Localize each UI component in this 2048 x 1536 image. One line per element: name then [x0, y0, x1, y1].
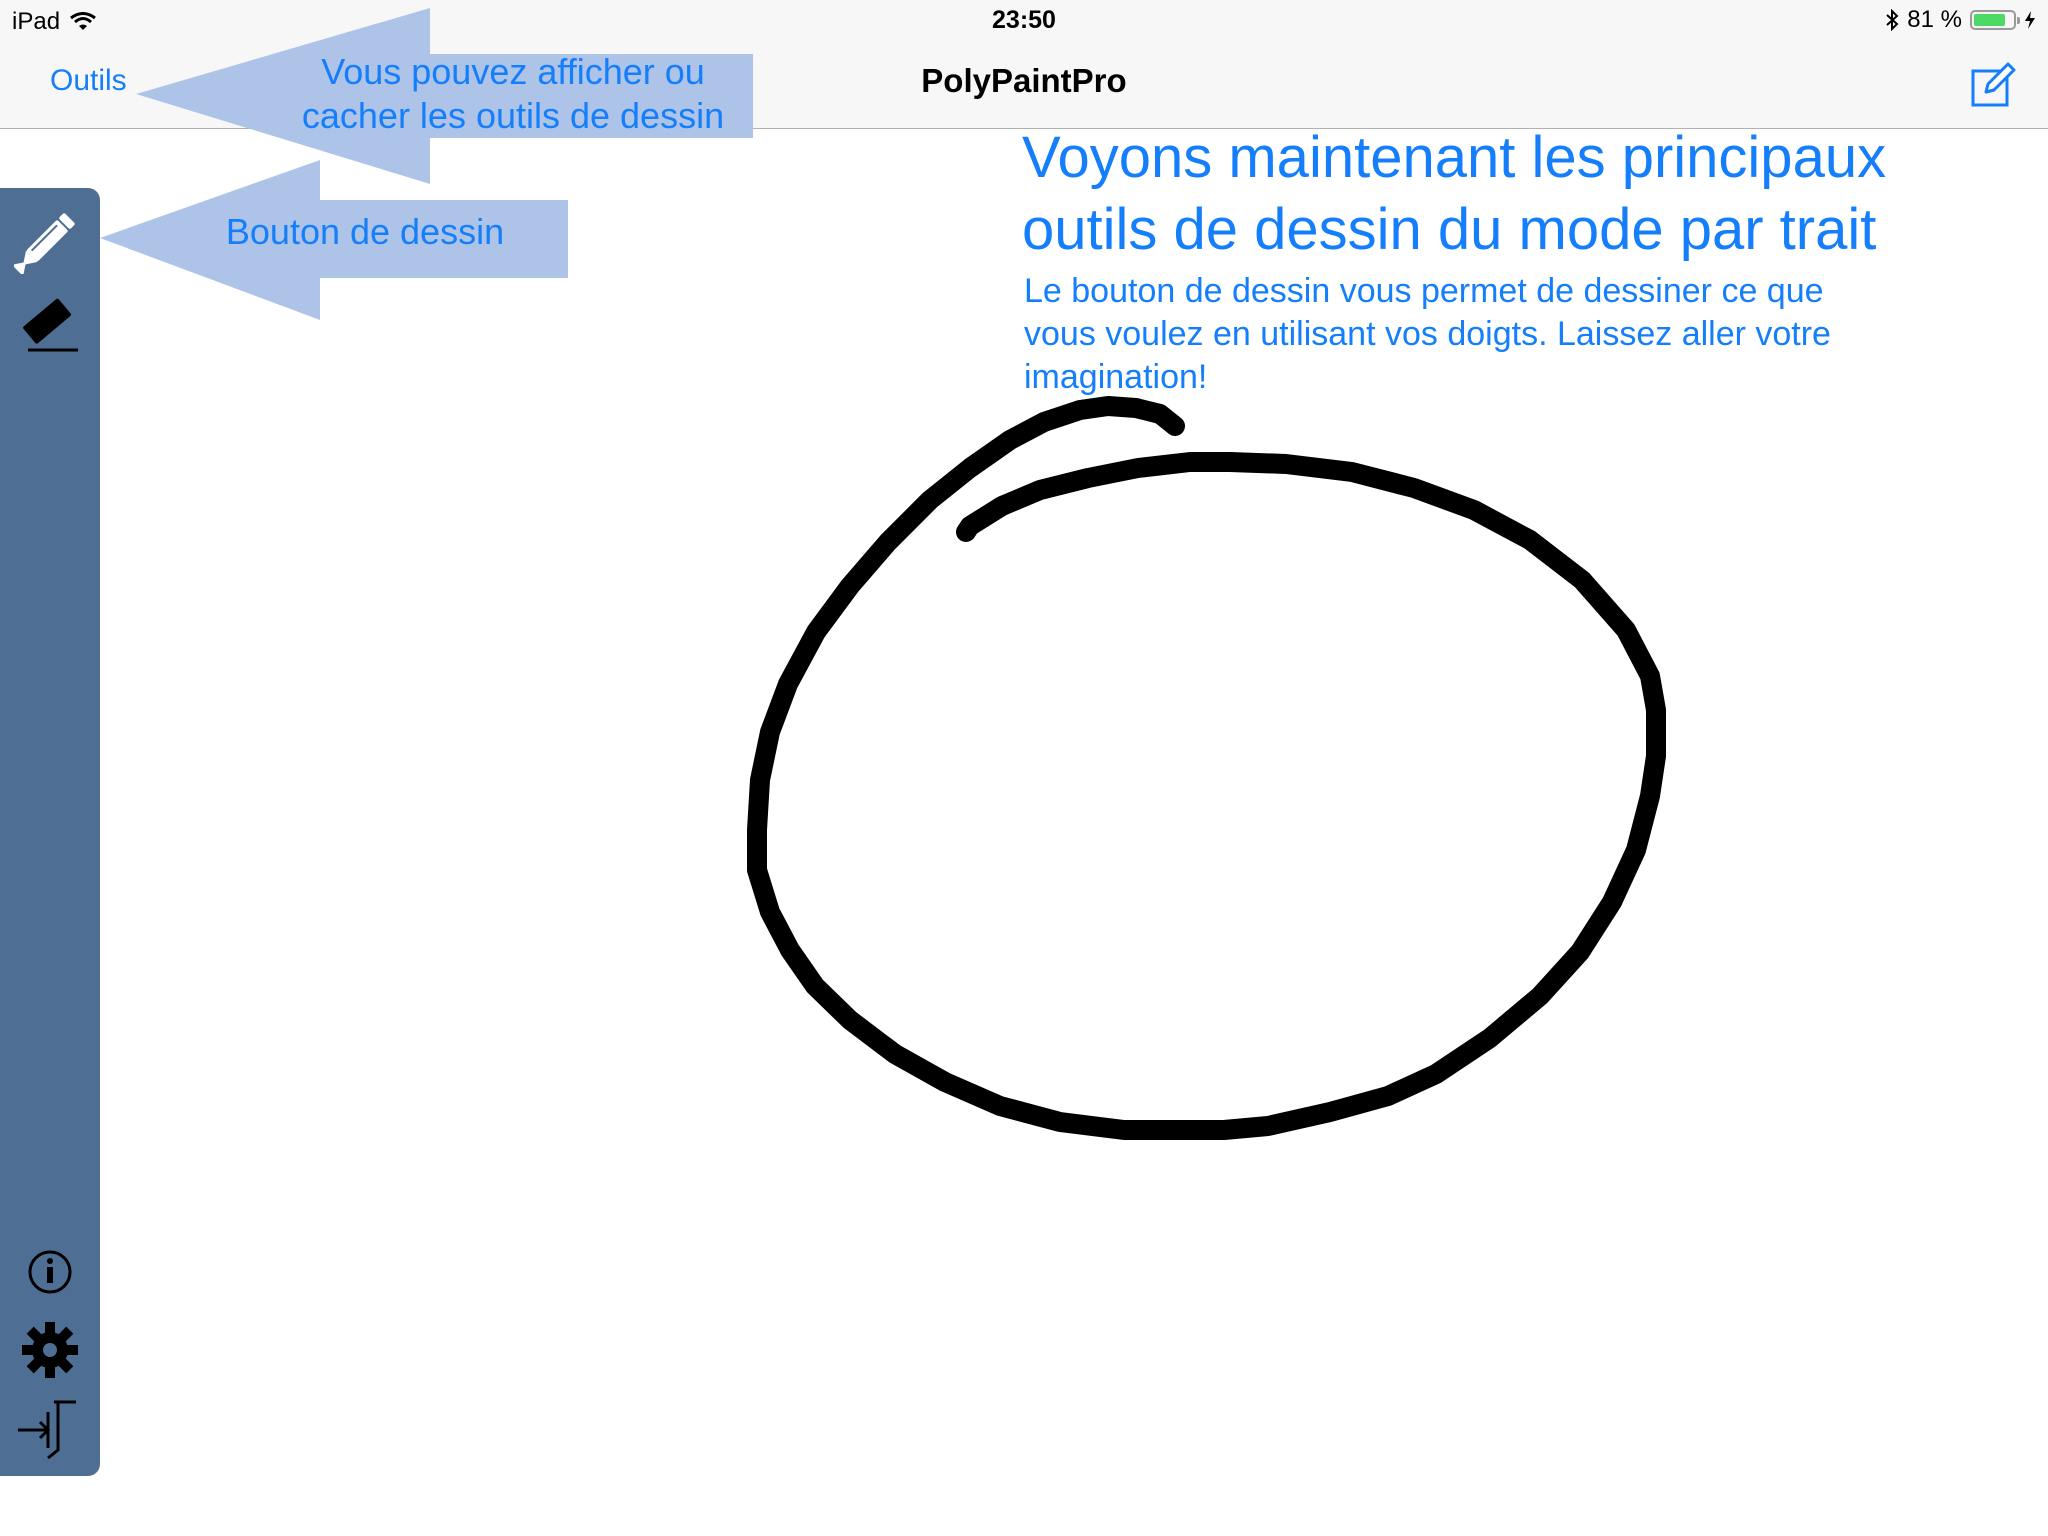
eraser-icon[interactable] [14, 288, 86, 360]
draw-button-callout-text: Bouton de dessin [225, 211, 505, 252]
battery-percent: 81 % [1907, 6, 1962, 33]
battery-fill [1974, 14, 2005, 26]
tutorial-body: Le bouton de dessin vous permet de dessi… [1024, 272, 1831, 396]
tool-sidebar [0, 188, 100, 1476]
toolbar-toggle-callout-text: Vous pouvez afficher ou cacher les outil… [301, 51, 725, 136]
charging-icon [2025, 11, 2035, 29]
compose-icon[interactable] [1970, 62, 2018, 108]
tutorial-headline: Voyons maintenant les principaux outils … [1022, 125, 1887, 262]
info-icon[interactable] [14, 1236, 86, 1308]
exit-icon[interactable] [14, 1396, 86, 1468]
battery-cap [2017, 17, 2020, 24]
freehand-stroke [747, 396, 1666, 1140]
gear-icon[interactable] [14, 1314, 86, 1386]
status-right: 81 % [1885, 6, 2036, 34]
pencil-icon[interactable] [14, 202, 86, 274]
battery-icon [1970, 10, 2020, 30]
bluetooth-icon [1886, 9, 1899, 31]
